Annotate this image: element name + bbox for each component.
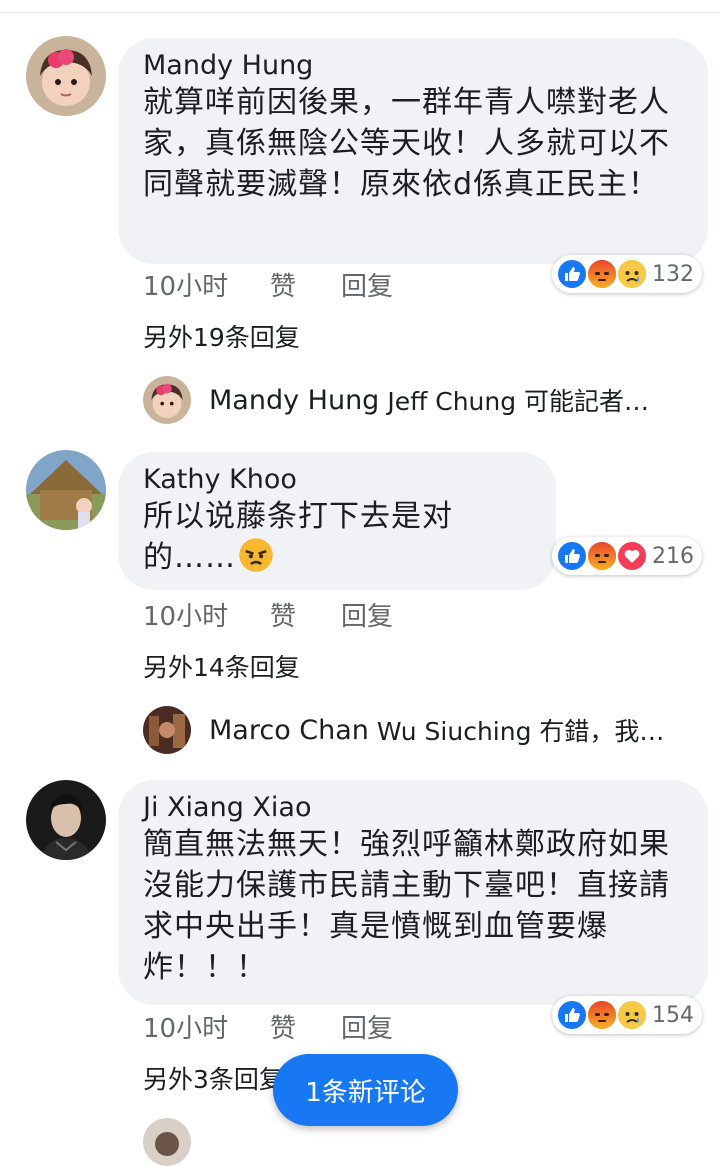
avatar: [143, 706, 191, 754]
like-link[interactable]: 赞: [270, 266, 341, 303]
reaction-count: 154: [652, 1002, 694, 1028]
reply-author[interactable]: Marco Chan: [209, 715, 369, 746]
angry-face-emoji: [238, 537, 274, 584]
view-more-replies[interactable]: 另外14条回复: [143, 648, 300, 684]
comment-time[interactable]: 10小时: [143, 1008, 270, 1045]
comment-text: 就算咩前因後果，一群年青人噤對老人家，真係無陰公等天收！人多就可以不同聲就要滅聲…: [143, 85, 670, 202]
avatar[interactable]: [26, 450, 106, 530]
comment-bubble[interactable]: Mandy Hung 就算咩前因後果，一群年青人噤對老人家，真係無陰公等天收！人…: [118, 38, 708, 264]
avatar[interactable]: [26, 780, 106, 860]
reply-text: Wu Siuching 冇錯，我…: [376, 717, 665, 746]
comment-text-content: 所以说藤条打下去是对的……: [143, 499, 453, 575]
comment-actions: 10小时赞回复: [143, 1008, 393, 1045]
reply-preview[interactable]: Marco Chan Wu Siuching 冇錯，我…: [143, 706, 664, 754]
reaction-summary[interactable]: 132: [552, 255, 702, 293]
reply-text: Jeff Chung 可能記者…: [387, 387, 650, 416]
comment-author[interactable]: Kathy Khoo: [143, 464, 532, 496]
reaction-count: 132: [652, 261, 694, 287]
view-more-replies[interactable]: 另外19条回复: [143, 318, 300, 354]
avatar: [143, 376, 191, 424]
top-divider: [0, 12, 720, 13]
reply-link[interactable]: 回复: [341, 596, 393, 633]
reply-link[interactable]: 回复: [341, 266, 393, 303]
new-comment-button[interactable]: 1条新评论: [273, 1054, 458, 1126]
like-link[interactable]: 赞: [270, 596, 341, 633]
comment-text: 簡直無法無天！強烈呼籲林鄭政府如果沒能力保護市民請主動下臺吧！直接請求中央出手！…: [143, 827, 670, 985]
sad-icon: [616, 258, 648, 290]
reply-preview[interactable]: Mandy Hung Jeff Chung 可能記者…: [143, 376, 649, 424]
comment-bubble[interactable]: Kathy Khoo 所以说藤条打下去是对的……: [118, 452, 556, 590]
comment-author[interactable]: Ji Xiang Xiao: [143, 792, 684, 824]
comment-time[interactable]: 10小时: [143, 266, 270, 303]
avatar: [143, 1118, 191, 1166]
angry-icon: [586, 258, 618, 290]
reaction-count: 216: [652, 543, 694, 569]
comment-text: 所以说藤条打下去是对的……: [143, 496, 503, 584]
comment-time[interactable]: 10小时: [143, 596, 270, 633]
comment-actions: 10小时赞回复: [143, 596, 393, 633]
reply-author[interactable]: Mandy Hung: [209, 385, 379, 416]
like-link[interactable]: 赞: [270, 1008, 341, 1045]
like-icon: [556, 258, 588, 290]
comment-author[interactable]: Mandy Hung: [143, 50, 684, 82]
reaction-summary[interactable]: 154: [552, 996, 702, 1034]
avatar[interactable]: [26, 36, 106, 116]
comment-actions: 10小时赞回复: [143, 266, 393, 303]
comment-bubble[interactable]: Ji Xiang Xiao 簡直無法無天！強烈呼籲林鄭政府如果沒能力保護市民請主…: [118, 780, 708, 1005]
like-icon: [556, 999, 588, 1031]
sad-icon: [616, 999, 648, 1031]
angry-icon: [586, 540, 618, 572]
love-icon: [616, 540, 648, 572]
like-icon: [556, 540, 588, 572]
reply-link[interactable]: 回复: [341, 1008, 393, 1045]
view-more-replies[interactable]: 另外3条回复: [143, 1060, 284, 1096]
angry-icon: [586, 999, 618, 1031]
reaction-summary[interactable]: 216: [552, 537, 702, 575]
